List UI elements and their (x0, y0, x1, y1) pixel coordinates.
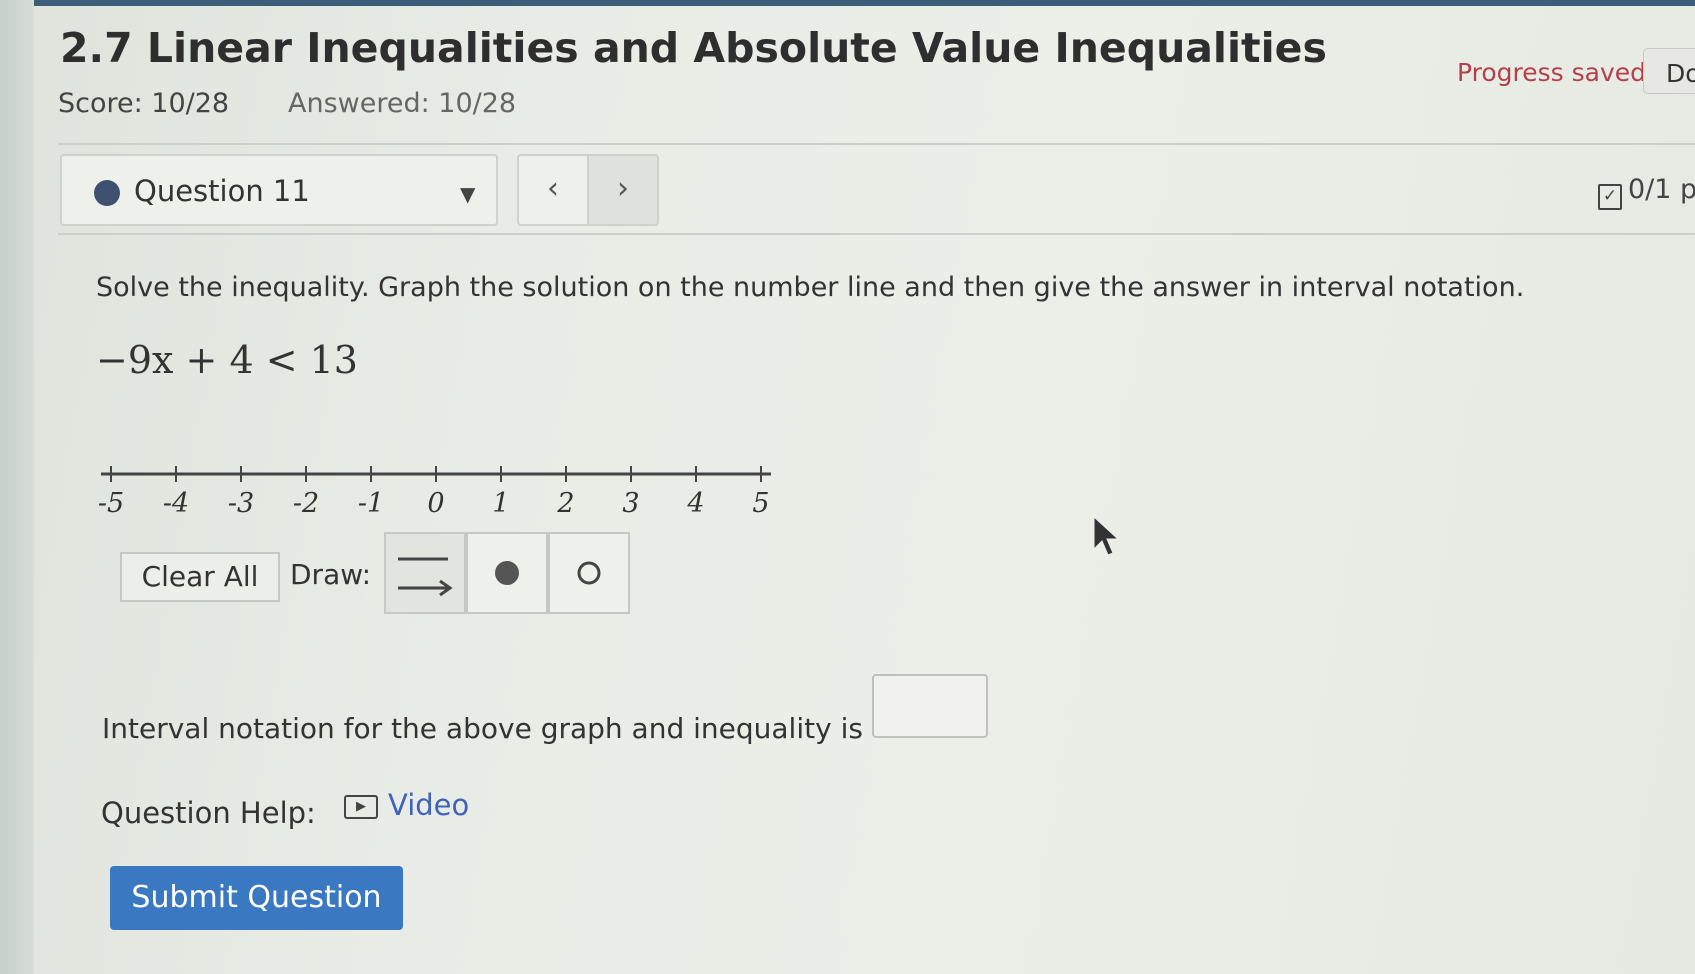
number-line-tick-label: 3 (622, 488, 639, 519)
question-select-label: Question 11 (134, 174, 310, 208)
header-divider (58, 143, 1695, 145)
video-play-icon[interactable]: ▶ (344, 795, 378, 819)
number-line-tick-label: -4 (163, 488, 189, 519)
done-button[interactable]: Do (1643, 48, 1695, 94)
interval-notation-input[interactable] (872, 674, 988, 738)
draw-open-dot-tool[interactable] (548, 532, 630, 614)
number-line-tick-label: -3 (228, 488, 254, 519)
question-status-dot (94, 180, 120, 206)
top-accent-bar (0, 0, 1695, 6)
number-line-tick-label: -1 (358, 488, 384, 519)
progress-status: Progress saved (1457, 58, 1647, 87)
page-title: 2.7 Linear Inequalities and Absolute Val… (60, 24, 1327, 72)
draw-closed-dot-tool[interactable] (466, 532, 548, 614)
number-line-tick-label: -5 (98, 488, 124, 519)
video-link[interactable]: Video (388, 788, 469, 822)
question-help-label: Question Help: (101, 796, 316, 830)
question-divider (58, 233, 1695, 235)
checkbox-icon: ✓ (1598, 184, 1622, 210)
number-line-tick-label: 1 (492, 488, 509, 519)
closed-dot-icon (495, 561, 519, 585)
number-line-tick-label: -2 (293, 488, 319, 519)
mouse-cursor-icon (1093, 515, 1120, 556)
question-select[interactable]: Question 11 ▼ (60, 154, 498, 226)
interval-notation-label: Interval notation for the above graph an… (102, 712, 863, 745)
question-points: ✓ 0/1 p (1598, 174, 1695, 210)
submit-question-button[interactable]: Submit Question (110, 866, 403, 930)
draw-ray-tool[interactable] (384, 532, 466, 614)
number-line-tick-label: 5 (752, 488, 769, 519)
number-line-tick-label: 2 (556, 488, 574, 519)
draw-label: Draw: (290, 558, 372, 591)
open-dot-icon (577, 561, 601, 585)
next-question-button[interactable]: › (587, 154, 659, 226)
points-text: 0/1 p (1628, 174, 1695, 205)
prev-question-button[interactable]: ‹ (517, 154, 589, 226)
clear-all-button[interactable]: Clear All (120, 552, 280, 602)
left-edge (0, 0, 34, 974)
caret-down-icon: ▼ (460, 182, 476, 206)
number-line-tick-label: 4 (686, 488, 704, 519)
number-line[interactable]: -5 -4 -3 -2 -1 0 1 2 3 4 5 (95, 452, 785, 522)
question-instructions: Solve the inequality. Graph the solution… (96, 272, 1525, 303)
inequality-expression: −9x + 4 < 13 (96, 338, 358, 382)
answered-text: Answered: 10/28 (288, 88, 517, 119)
ray-arrow-icon (398, 557, 453, 597)
score-text: Score: 10/28 (58, 88, 230, 119)
number-line-tick-label: 0 (427, 488, 444, 519)
